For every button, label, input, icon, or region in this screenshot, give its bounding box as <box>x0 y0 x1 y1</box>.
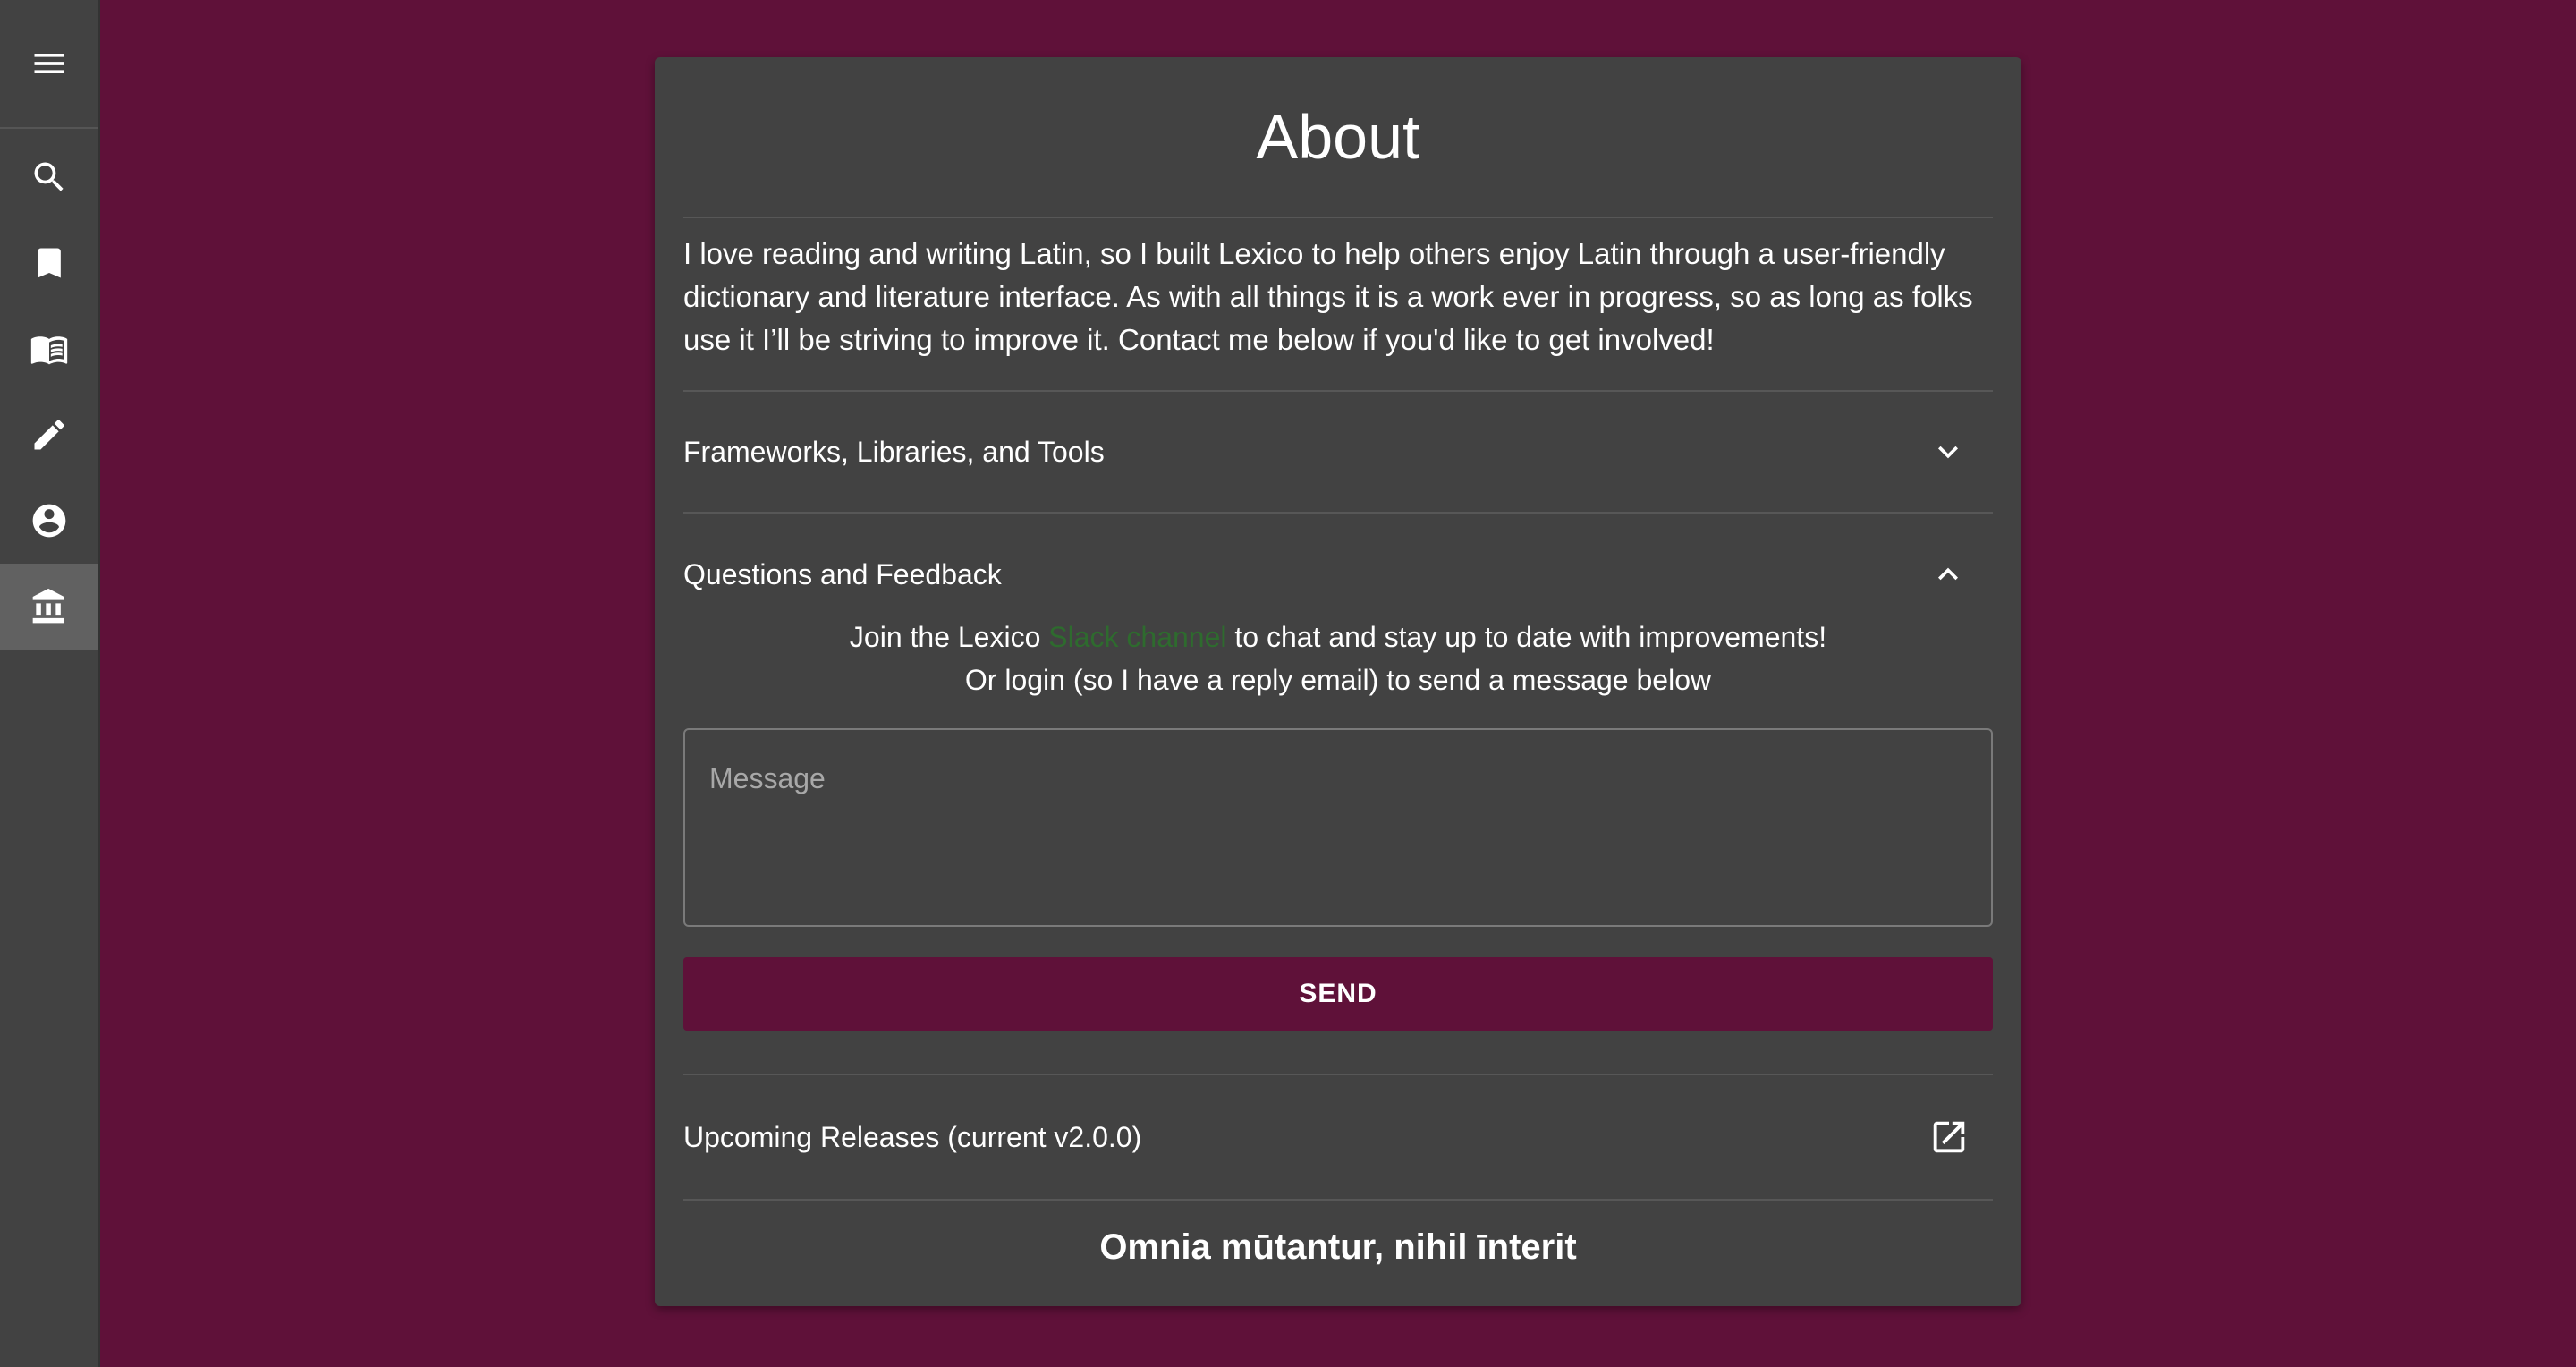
motto: Omnia mūtantur, nihil īnterit <box>1099 1227 1577 1267</box>
chevron-up-icon <box>1938 567 1958 581</box>
bank-icon <box>32 588 64 624</box>
sidebar-item-library[interactable] <box>0 306 98 392</box>
message-input[interactable]: Message <box>683 728 1993 927</box>
search-icon <box>34 162 64 191</box>
divider <box>683 1031 1993 1075</box>
about-card: About I love reading and writing Latin, … <box>655 57 2021 1306</box>
sidebar-item-editor[interactable] <box>0 392 98 478</box>
sidebar-item-search[interactable] <box>0 134 98 220</box>
questions-panel-body: Join the Lexico Slack channel to chat an… <box>683 616 1993 701</box>
join-suffix: to chat and stay up to date with improve… <box>1226 621 1827 653</box>
send-button[interactable]: SEND <box>683 957 1993 1031</box>
sidebar-item-account[interactable] <box>0 478 98 564</box>
releases-label: Upcoming Releases (current v2.0.0) <box>683 1120 1142 1153</box>
sidebar-item-bookmarks[interactable] <box>0 220 98 306</box>
frameworks-label: Frameworks, Libraries, and Tools <box>683 435 1105 468</box>
join-prefix: Join the Lexico <box>849 621 1049 653</box>
book-open-icon <box>30 336 68 365</box>
slack-channel-link[interactable]: Slack channel <box>1048 621 1226 653</box>
bookmark-icon <box>38 248 61 278</box>
questions-label: Questions and Feedback <box>683 557 1002 590</box>
pencil-icon <box>34 420 64 450</box>
chevron-down-icon <box>1938 446 1958 459</box>
login-line: Or login (so I have a reply email) to se… <box>964 664 1712 696</box>
account-circle-icon <box>32 504 66 538</box>
sidebar-item-about[interactable] <box>0 564 98 650</box>
menu-button[interactable] <box>0 0 98 129</box>
intro-text: I love reading and writing Latin, so I b… <box>683 218 1993 392</box>
menu-icon <box>34 54 64 73</box>
upcoming-releases-row[interactable]: Upcoming Releases (current v2.0.0) <box>683 1075 1993 1201</box>
open-in-new-icon[interactable] <box>1928 1117 1970 1158</box>
sidebar <box>0 0 100 1367</box>
page-title: About <box>683 57 1993 218</box>
join-line: Join the Lexico Slack channel to chat an… <box>683 616 1993 658</box>
message-placeholder: Message <box>709 762 826 794</box>
frameworks-panel-header[interactable]: Frameworks, Libraries, and Tools <box>683 392 1993 514</box>
